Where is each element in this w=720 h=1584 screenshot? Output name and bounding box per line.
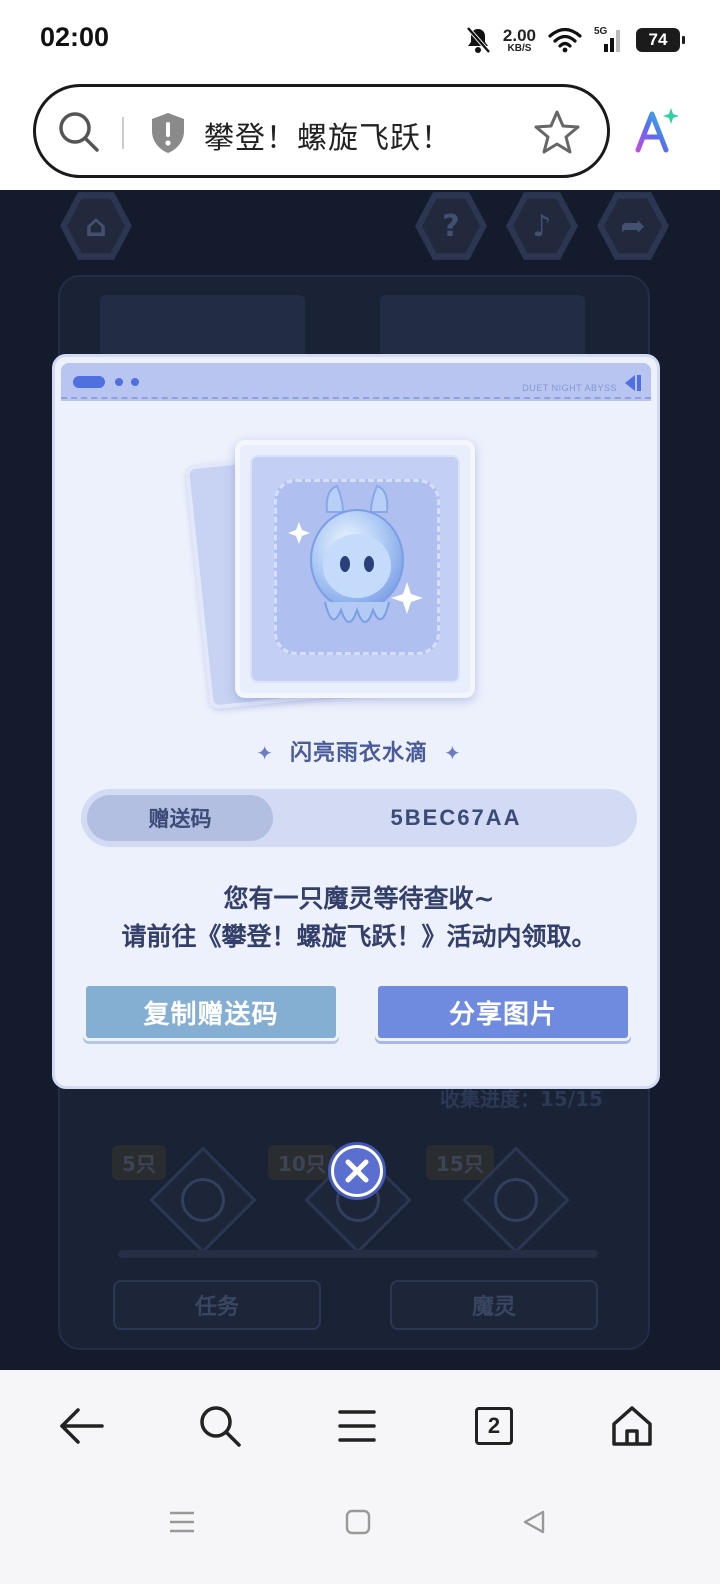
header-decoration	[73, 376, 105, 388]
tabs-button[interactable]: 2	[464, 1400, 524, 1452]
tab-tasks[interactable]: 任务	[113, 1280, 321, 1330]
card-front	[235, 440, 475, 698]
net-speed-value: 2.00	[502, 25, 536, 45]
music-hex-button[interactable]: ♪	[506, 192, 578, 260]
share-hex-button[interactable]: ➦	[597, 192, 669, 260]
page-title[interactable]: 攀登！螺旋飞跃！	[204, 113, 452, 157]
shield-icon[interactable]	[148, 111, 188, 155]
header-dot	[131, 378, 139, 386]
ai-assistant-icon[interactable]	[630, 104, 682, 156]
help-hex-button[interactable]: ?	[415, 192, 487, 260]
close-dialog-button[interactable]	[328, 1142, 386, 1200]
home-hex-button[interactable]: ⌂	[60, 192, 132, 260]
menu-icon	[338, 1410, 376, 1442]
status-icons: 2.00 KB/S 5G 74	[465, 22, 685, 58]
home-button[interactable]	[602, 1400, 662, 1452]
status-time: 02:00	[40, 22, 110, 52]
header-dot	[115, 378, 123, 386]
triangle-back-icon	[523, 1510, 545, 1534]
gift-code-value[interactable]: 5BEC67AA	[281, 789, 631, 847]
square-icon	[345, 1509, 371, 1535]
bottom-navigation: 2	[0, 1370, 720, 1584]
header-dash-line	[61, 397, 651, 399]
pet-card-image	[184, 435, 495, 710]
system-recents-button[interactable]	[162, 1506, 202, 1538]
back-button[interactable]	[52, 1400, 112, 1452]
milestone-badge[interactable]	[149, 1146, 257, 1254]
check-icon	[494, 1178, 538, 1222]
gift-code-field: 赠送码 5BEC67AA	[81, 789, 637, 847]
address-bar[interactable]: 攀登！螺旋飞跃！	[33, 84, 610, 178]
search-button[interactable]	[190, 1400, 250, 1452]
gift-code-dialog: DUET NIGHT ABYSS ✦ 闪亮雨衣水滴 ✦ 赠送码 5BEC67AA…	[52, 354, 660, 1089]
tab-spirits[interactable]: 魔灵	[390, 1280, 598, 1330]
sparkle-icon: ✦	[444, 741, 462, 765]
milestone-progress-bar	[118, 1250, 598, 1258]
mute-icon	[466, 26, 491, 54]
gift-code-label: 赠送码	[87, 795, 273, 841]
menu-button[interactable]	[327, 1400, 387, 1452]
home-icon: ⌂	[67, 198, 125, 254]
pet-name: ✦ 闪亮雨衣水滴 ✦	[55, 735, 657, 767]
brand-text: DUET NIGHT ABYSS	[522, 383, 617, 393]
system-home-button[interactable]	[338, 1506, 378, 1538]
divider	[122, 117, 124, 149]
help-icon: ?	[422, 198, 480, 254]
close-icon	[345, 1159, 369, 1183]
search-icon[interactable]	[56, 109, 102, 155]
raindrop-spirit-icon	[288, 484, 423, 623]
music-icon: ♪	[513, 198, 571, 254]
net-speed: 2.00 KB/S	[503, 27, 536, 54]
wifi-icon	[548, 27, 582, 53]
search-icon	[200, 1406, 241, 1447]
tabs-icon: 2	[475, 1407, 513, 1445]
share-image-button[interactable]: 分享图片	[375, 983, 631, 1041]
net-speed-unit: KB/S	[507, 42, 532, 54]
sparkle-icon: ✦	[256, 741, 274, 765]
battery-indicator: 74	[636, 28, 685, 52]
status-bar: 02:00 2.00 KB/S 5G 74	[0, 0, 720, 78]
system-back-button[interactable]	[514, 1506, 554, 1538]
check-icon	[181, 1178, 225, 1222]
message-line-1: 您有一只魔灵等待查收~	[223, 884, 495, 913]
cell-signal: 5G	[594, 26, 624, 54]
copy-code-button[interactable]: 复制赠送码	[83, 983, 339, 1041]
home-icon	[612, 1406, 652, 1446]
dialog-header: DUET NIGHT ABYSS	[61, 363, 651, 401]
star-icon[interactable]	[534, 109, 580, 155]
message-line-2: 请前往《攀登！螺旋飞跃！》活动内领取。	[121, 922, 597, 951]
milestone-badge[interactable]	[462, 1146, 570, 1254]
back-icon	[60, 1408, 104, 1444]
share-icon: ➦	[604, 198, 662, 254]
pet-name-text: 闪亮雨衣水滴	[289, 741, 428, 766]
recents-icon	[170, 1511, 194, 1533]
signal-icon	[604, 30, 620, 52]
arrow-left-icon	[625, 375, 641, 391]
